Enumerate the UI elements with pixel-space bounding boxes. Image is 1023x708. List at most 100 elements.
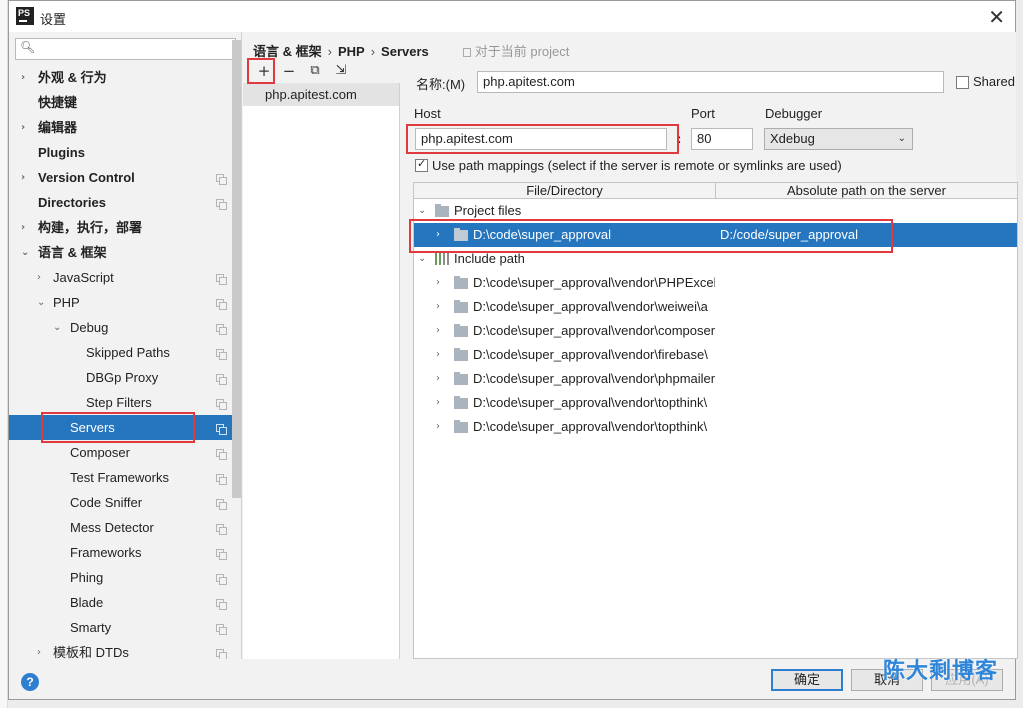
sidebar-item[interactable]: Phing — [9, 565, 234, 590]
sidebar-item-label: 外观 & 行为 — [38, 70, 107, 85]
folder-icon — [454, 420, 468, 433]
project-level-icon — [216, 599, 227, 610]
table-row[interactable]: › D:\code\super_approval\vendor\firebase\ — [414, 343, 1017, 367]
chevron-right-icon[interactable]: › — [436, 391, 440, 415]
sidebar-item-label: Servers — [70, 420, 115, 435]
use-path-mappings-label: Use path mappings (select if the server … — [432, 158, 842, 173]
table-row[interactable]: ⌄ Project files — [414, 199, 1017, 223]
debugger-select[interactable]: Xdebug ⌄ — [764, 128, 913, 150]
chevron-down-icon[interactable]: ⌄ — [21, 240, 29, 265]
project-level-icon — [216, 174, 227, 185]
sidebar-item[interactable]: Frameworks — [9, 540, 234, 565]
server-path-cell[interactable]: D:/code/super_approval — [720, 223, 858, 247]
sidebar-scrollbar[interactable] — [232, 40, 241, 498]
sidebar-item[interactable]: › JavaScript — [9, 265, 234, 290]
sidebar-item[interactable]: Plugins — [9, 140, 234, 165]
sidebar-item[interactable]: DBGp Proxy — [9, 365, 234, 390]
sidebar-item[interactable]: › 模板和 DTDs — [9, 640, 234, 659]
sidebar-item[interactable]: ⌄ 语言 & 框架 — [9, 240, 234, 265]
chevron-down-icon[interactable]: ⌄ — [418, 199, 426, 223]
folder-icon — [435, 204, 449, 217]
chevron-down-icon[interactable]: ⌄ — [37, 290, 45, 315]
project-level-icon — [216, 624, 227, 635]
chevron-down-icon[interactable]: ⌄ — [418, 247, 426, 271]
sidebar-item[interactable]: ⌄ Debug — [9, 315, 234, 340]
chevron-right-icon[interactable]: › — [21, 215, 25, 240]
chevron-down-icon: ⌄ — [897, 133, 906, 144]
project-level-icon — [216, 299, 227, 310]
column-file-directory[interactable]: File/Directory — [414, 183, 715, 198]
chevron-right-icon[interactable]: › — [37, 640, 41, 659]
chevron-right-icon[interactable]: › — [436, 295, 440, 319]
chevron-right-icon[interactable]: › — [436, 367, 440, 391]
sidebar-item[interactable]: Code Sniffer — [9, 490, 234, 515]
settings-dialog: PS 设置 ✕ 🔍︎ › 外观 & 行为 快捷键 › 编辑器 Plugins › Versio… — [8, 0, 1018, 700]
chevron-right-icon[interactable]: › — [436, 223, 440, 247]
sidebar-item[interactable]: › 编辑器 — [9, 115, 234, 140]
sidebar-item-label: JavaScript — [53, 270, 114, 285]
sidebar-item[interactable]: › Version Control — [9, 165, 234, 190]
import-server-button[interactable]: ⇲ — [332, 62, 350, 80]
settings-search[interactable]: 🔍︎ — [15, 38, 236, 60]
sidebar-item[interactable]: Test Frameworks — [9, 465, 234, 490]
breadcrumb-languages: 语言 & 框架 — [253, 44, 322, 59]
use-path-mappings-checkbox[interactable] — [415, 157, 428, 172]
chevron-right-icon[interactable]: › — [21, 115, 25, 140]
table-row[interactable]: › D:\code\super_approval D:/code/super_app… — [414, 223, 1017, 247]
name-field[interactable]: php.apitest.com — [477, 71, 944, 93]
chevron-right-icon[interactable]: › — [436, 319, 440, 343]
search-input[interactable] — [36, 41, 232, 57]
sidebar-item-label: PHP — [53, 295, 80, 310]
chevron-right-icon[interactable]: › — [21, 65, 25, 90]
table-row[interactable]: › D:\code\super_approval\vendor\weiwei\a — [414, 295, 1017, 319]
sidebar-item-label: 语言 & 框架 — [38, 245, 107, 260]
table-row[interactable]: › D:\code\super_approval\vendor\composer — [414, 319, 1017, 343]
sidebar-item[interactable]: Smarty — [9, 615, 234, 640]
chevron-right-icon[interactable]: › — [436, 415, 440, 439]
chevron-right-icon[interactable]: › — [37, 265, 41, 290]
chevron-right-icon[interactable]: › — [21, 165, 25, 190]
sidebar-item[interactable]: Directories — [9, 190, 234, 215]
project-level-icon — [216, 449, 227, 460]
table-row[interactable]: ⌄ Include path — [414, 247, 1017, 271]
sidebar-item-label: 模板和 DTDs — [53, 645, 129, 659]
sidebar-item[interactable]: 快捷键 — [9, 90, 234, 115]
add-server-button[interactable]: + — [255, 62, 273, 80]
sidebar-item-label: Phing — [70, 570, 104, 585]
table-row[interactable]: › D:\code\super_approval\vendor\phpmailer — [414, 367, 1017, 391]
sidebar-item[interactable]: Blade — [9, 590, 234, 615]
folder-icon — [454, 396, 468, 409]
project-level-icon — [216, 324, 227, 335]
ok-button[interactable]: 确定 — [771, 669, 843, 691]
local-path-cell: Project files — [454, 203, 522, 218]
name-label: 名称:(M) — [416, 77, 466, 92]
sidebar-item-label: Test Frameworks — [70, 470, 169, 485]
chevron-right-icon[interactable]: › — [436, 343, 440, 367]
sidebar-item[interactable]: Skipped Paths — [9, 340, 234, 365]
sidebar-item-label: 快捷键 — [38, 95, 78, 110]
server-item[interactable]: php.apitest.com — [243, 83, 399, 106]
sidebar-item[interactable]: ⌄ PHP — [9, 290, 234, 315]
sidebar-item[interactable]: Mess Detector — [9, 515, 234, 540]
table-row[interactable]: › D:\code\super_approval\vendor\topthink\ — [414, 415, 1017, 439]
sidebar-item[interactable]: Servers — [9, 415, 234, 440]
column-server-path[interactable]: Absolute path on the server — [716, 183, 1017, 198]
folder-icon — [454, 348, 468, 361]
sidebar-item-label: DBGp Proxy — [86, 370, 159, 385]
port-field[interactable]: 80 — [691, 128, 753, 150]
host-field[interactable]: php.apitest.com — [415, 128, 667, 150]
copy-server-button[interactable]: ⧉ — [306, 62, 324, 80]
local-path-cell: Include path — [454, 251, 525, 266]
shared-checkbox[interactable] — [956, 76, 969, 89]
table-row[interactable]: › D:\code\super_approval\vendor\PHPExcel — [414, 271, 1017, 295]
sidebar-item[interactable]: Step Filters — [9, 390, 234, 415]
chevron-down-icon[interactable]: ⌄ — [53, 315, 61, 340]
sidebar-item[interactable]: › 构建，执行，部署 — [9, 215, 234, 240]
table-row[interactable]: › D:\code\super_approval\vendor\topthink\ — [414, 391, 1017, 415]
chevron-right-icon[interactable]: › — [436, 271, 440, 295]
help-button[interactable]: ? — [21, 673, 39, 691]
remove-server-button[interactable]: − — [280, 62, 298, 80]
close-icon[interactable]: ✕ — [988, 5, 1005, 29]
sidebar-item[interactable]: Composer — [9, 440, 234, 465]
sidebar-item[interactable]: › 外观 & 行为 — [9, 65, 234, 90]
